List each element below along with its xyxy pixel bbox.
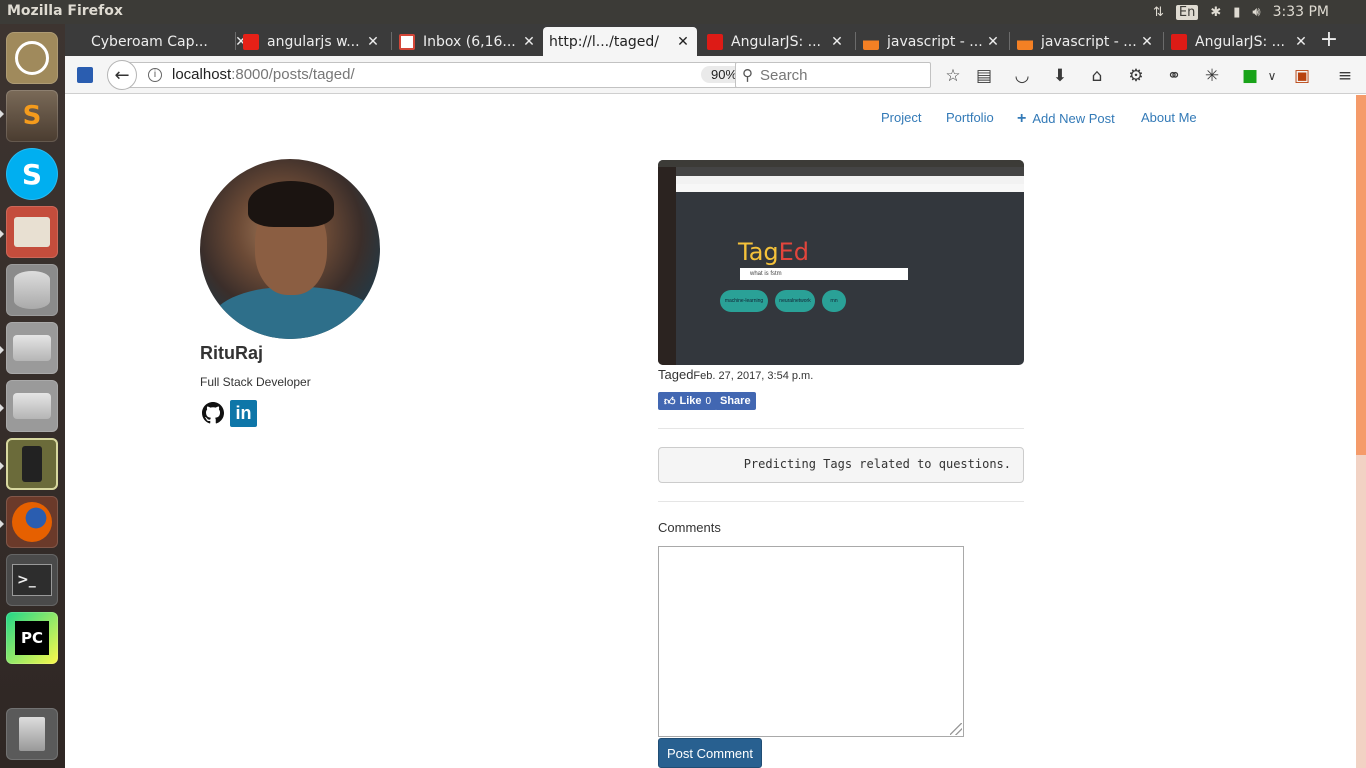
divider [658,428,1024,429]
search-icon: ⚲ [742,67,753,84]
tab-strip: Cyberoam Cap... ✕ angularjs w... ✕ Inbox… [65,24,1366,56]
skype-icon[interactable]: S [6,148,58,200]
scrollbar-thumb[interactable] [1356,95,1366,455]
post-caption: TagedFeb. 27, 2017, 3:54 p.m. [658,367,813,382]
firefox-icon[interactable] [6,496,58,548]
nav-link-portfolio[interactable]: Portfolio [946,110,994,125]
page-content: Project Portfolio + Add New Post About Me… [65,95,1356,768]
close-tab-icon[interactable]: ✕ [1293,34,1309,50]
profile-role: Full Stack Developer [200,375,311,389]
search-bar[interactable]: ⚲ Search [735,62,931,88]
system-tray: ⇅ En ✱ ▮ 🔊︎ 3:33 PM [1153,0,1366,24]
close-tab-icon[interactable]: ✕ [675,34,691,50]
volume-icon[interactable]: 🔊︎ [1252,5,1260,20]
like-count: 0 [705,395,712,407]
resize-handle[interactable] [950,723,962,735]
search-placeholder: Search [760,67,808,84]
comment-textarea[interactable] [658,546,964,737]
back-arrow-icon: ← [114,64,130,86]
facebook-share-button[interactable]: Share [715,392,756,410]
close-tab-icon[interactable]: ✕ [521,34,537,50]
github-icon[interactable] [202,402,224,424]
divider [658,501,1024,502]
file-manager-icon[interactable] [6,206,58,258]
nav-link-add-new-post[interactable]: + Add New Post [1017,110,1115,128]
home-icon[interactable]: ⌂ [1086,65,1108,87]
tab-gmail[interactable]: Inbox (6,16... ✕ [393,27,543,56]
nav-link-about-me[interactable]: About Me [1141,110,1197,125]
new-tab-button[interactable]: + [1316,27,1342,52]
thumbs-up-icon: 👍︎ [664,395,676,408]
tab-youtube[interactable]: angularjs w... ✕ [237,27,387,56]
close-tab-icon[interactable]: ✕ [829,34,845,50]
nav-link-project[interactable]: Project [881,110,921,125]
thumbnail-logo: TagEd [738,238,810,266]
terminal-icon[interactable]: >_ [6,554,58,606]
plus-icon: + [1017,110,1027,127]
disk-2-icon[interactable] [6,380,58,432]
gmail-icon [399,33,415,50]
chevron-down-icon[interactable]: ∨ [1261,65,1283,87]
bookmark-star-icon[interactable]: ☆ [942,65,964,87]
post-comment-button[interactable]: Post Comment [658,738,762,768]
site-favicon [77,67,93,83]
post-date: Feb. 27, 2017, 3:54 p.m. [693,370,814,382]
keyboard-layout-indicator[interactable]: En [1175,4,1199,20]
stackoverflow-icon [863,33,879,50]
tab-stackoverflow-1[interactable]: javascript - ... ✕ [857,27,1007,56]
thumbnail-tag: rnn [822,290,846,312]
profile-avatar [200,159,380,339]
downloads-icon[interactable]: ⬇ [1049,65,1071,87]
angular-icon [707,33,723,50]
thumbnail-tag: neuralnetwork [775,290,815,312]
reading-list-icon[interactable]: ▤ [973,65,995,87]
extension-4-icon[interactable]: ▣ [1291,65,1313,87]
tab-angularjs-2[interactable]: AngularJS: ... ✕ [1165,27,1315,56]
url-text[interactable]: localhost:8000/posts/taged/ [172,66,355,83]
profile-name: RituRaj [200,343,263,363]
thumbnail-tag: machine-learning [720,290,768,312]
tab-taged-active[interactable]: http://l.../taged/ ✕ [543,27,697,56]
facebook-like-button[interactable]: 👍︎ Like 0 [658,392,718,410]
disk-icon[interactable] [6,322,58,374]
site-info-icon[interactable]: i [148,68,162,82]
close-tab-icon[interactable]: ✕ [985,34,1001,50]
pycharm-icon[interactable]: PC [6,612,58,664]
app-title: Mozilla Firefox [7,3,123,19]
sublime-text-icon[interactable]: S [6,90,58,142]
url-bar[interactable]: i localhost:8000/posts/taged/ 90% ↻ [123,62,785,88]
database-icon[interactable] [6,264,58,316]
extension-2-icon[interactable]: ⚭ [1163,65,1185,87]
navigation-toolbar: i localhost:8000/posts/taged/ 90% ↻ ← ⚲ … [65,56,1366,94]
post-thumbnail[interactable]: TagEd what is fstm machine-learning neur… [658,160,1024,365]
back-button[interactable]: ← [107,60,137,90]
extension-icon[interactable]: ⚙ [1125,65,1147,87]
extension-3-icon[interactable]: ✳ [1201,65,1223,87]
close-tab-icon[interactable]: ✕ [365,34,381,50]
phone-icon[interactable] [6,438,58,490]
tab-cyberoam[interactable]: Cyberoam Cap... ✕ [85,27,255,56]
stackoverflow-icon [1017,33,1033,50]
post-body: Predicting Tags related to questions. [658,447,1024,483]
clock[interactable]: 3:33 PM [1273,4,1329,20]
linkedin-icon[interactable]: in [230,400,257,427]
battery-icon[interactable]: ▮ [1233,5,1240,20]
green-cube-icon[interactable]: ■ [1239,65,1261,87]
ubuntu-dash-icon[interactable] [6,32,58,84]
system-top-panel: Mozilla Firefox ⇅ En ✱ ▮ 🔊︎ 3:33 PM [0,0,1366,24]
network-icon[interactable]: ⇅ [1153,5,1164,20]
trash-icon[interactable] [6,708,58,760]
tab-angularjs-1[interactable]: AngularJS: ... ✕ [701,27,851,56]
close-tab-icon[interactable]: ✕ [1139,34,1155,50]
youtube-icon [243,33,259,50]
thumbnail-search: what is fstm [740,268,908,280]
angular-icon [1171,33,1187,50]
hamburger-menu-icon[interactable]: ≡ [1334,65,1356,87]
pocket-icon[interactable]: ◡ [1011,65,1033,87]
post-title: Taged [658,367,694,382]
tab-stackoverflow-2[interactable]: javascript - ... ✕ [1011,27,1161,56]
unity-launcher: S S >_ PC [0,24,65,768]
comments-label: Comments [658,520,721,535]
bluetooth-icon[interactable]: ✱ [1210,5,1221,20]
